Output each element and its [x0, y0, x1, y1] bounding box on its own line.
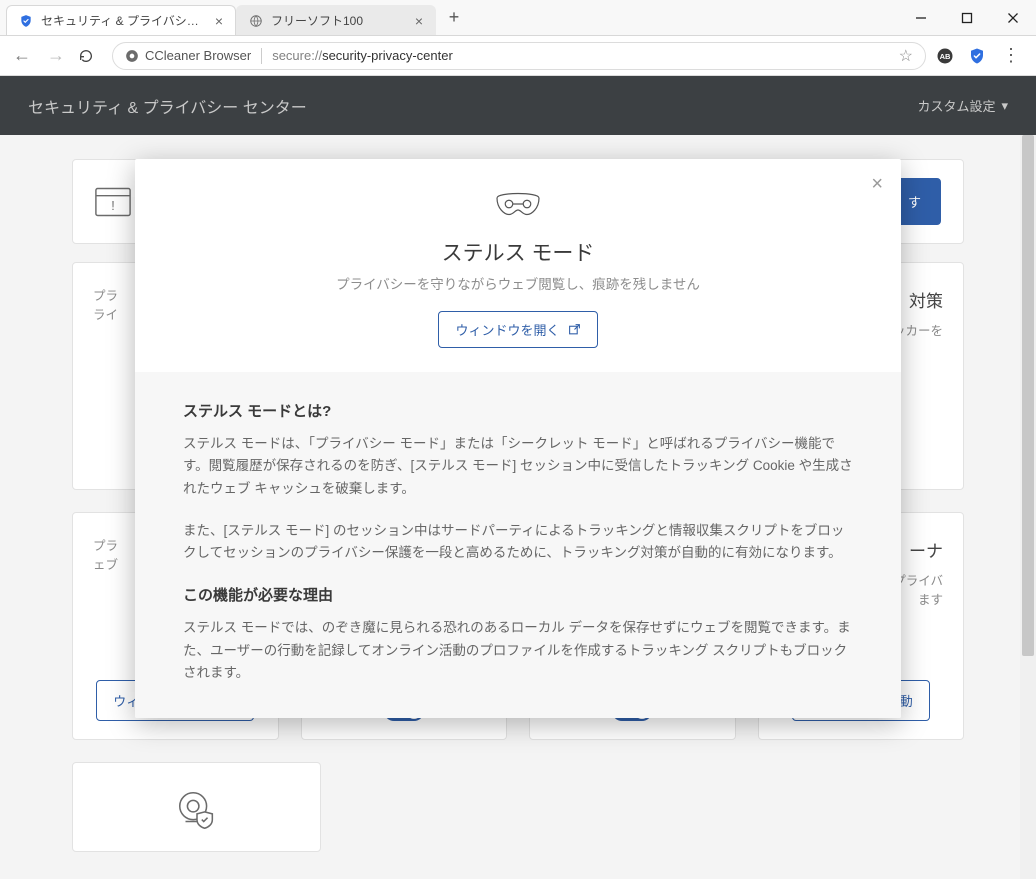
- tab-security-center[interactable]: セキュリティ & プライバシー センター ×: [6, 5, 236, 35]
- url-text: secure://security-privacy-center: [272, 48, 453, 63]
- url-path: security-privacy-center: [322, 48, 453, 63]
- back-button[interactable]: ←: [10, 45, 34, 66]
- minimize-button[interactable]: [898, 0, 944, 35]
- tab-strip: セキュリティ & プライバシー センター × フリーソフト100 × +: [0, 0, 468, 35]
- page-header: セキュリティ & プライバシー センター カスタム設定 ▾: [0, 76, 1036, 135]
- window-close-button[interactable]: [990, 0, 1036, 35]
- new-tab-button[interactable]: +: [440, 4, 468, 32]
- shield-extension-icon[interactable]: [968, 47, 986, 65]
- browser-brand: CCleaner Browser: [125, 48, 251, 63]
- modal-overlay: × ステルス モード プライバシーを守りながらウェブ閲覧し、痕跡を残しません ウ…: [0, 135, 1036, 879]
- modal-paragraph: ステルス モードは、「プライバシー モード」または「シークレット モード」と呼ば…: [183, 433, 853, 500]
- reload-button[interactable]: [78, 48, 102, 64]
- extension-icons: AB: [936, 47, 986, 65]
- ccleaner-icon: [125, 49, 139, 63]
- modal-body: ステルス モードとは? ステルス モードは、「プライバシー モード」または「シー…: [135, 372, 901, 718]
- tab-title: セキュリティ & プライバシー センター: [41, 12, 207, 29]
- page-title: セキュリティ & プライバシー センター: [28, 94, 307, 118]
- browser-menu-button[interactable]: ⋮: [996, 45, 1026, 66]
- modal-heading-why: この機能が必要な理由: [183, 584, 853, 605]
- shield-icon: [19, 14, 33, 28]
- close-tab-icon[interactable]: ×: [415, 13, 423, 29]
- maximize-button[interactable]: [944, 0, 990, 35]
- open-stealth-window-button[interactable]: ウィンドウを開く: [438, 311, 597, 348]
- tab-title: フリーソフト100: [271, 12, 407, 29]
- adblock-icon[interactable]: AB: [936, 47, 954, 65]
- reload-icon: [78, 48, 94, 64]
- chevron-down-icon: ▾: [1001, 98, 1008, 114]
- modal-paragraph: また、[ステルス モード] のセッション中はサードパーティによるトラッキングと情…: [183, 520, 853, 565]
- url-scheme: secure://: [272, 48, 322, 63]
- brand-label: CCleaner Browser: [145, 48, 251, 63]
- divider: [261, 48, 262, 64]
- url-bar: ← → CCleaner Browser secure://security-p…: [0, 36, 1036, 76]
- popout-icon: [568, 323, 581, 336]
- svg-text:AB: AB: [940, 52, 951, 61]
- window-controls: [898, 0, 1036, 35]
- modal-subtitle: プライバシーを守りながらウェブ閲覧し、痕跡を残しません: [175, 273, 861, 293]
- button-label: ウィンドウを開く: [455, 320, 559, 339]
- mask-icon: [494, 189, 542, 219]
- modal-heading-what: ステルス モードとは?: [183, 400, 853, 421]
- stealth-mode-modal: × ステルス モード プライバシーを守りながらウェブ閲覧し、痕跡を残しません ウ…: [135, 159, 901, 718]
- modal-paragraph: ステルス モードでは、のぞき魔に見られる恐れのあるローカル データを保存せずにウ…: [183, 617, 853, 684]
- modal-close-button[interactable]: ×: [871, 173, 883, 196]
- page-content: ! す プラ ライ 対策 ッカーを プラ ェブ: [0, 135, 1036, 879]
- tab-freesoft100[interactable]: フリーソフト100 ×: [236, 5, 436, 35]
- window-titlebar: セキュリティ & プライバシー センター × フリーソフト100 × +: [0, 0, 1036, 36]
- bookmark-star-icon[interactable]: ☆: [899, 46, 913, 66]
- modal-title: ステルス モード: [175, 237, 861, 267]
- close-tab-icon[interactable]: ×: [215, 13, 223, 29]
- custom-settings-dropdown[interactable]: カスタム設定 ▾: [917, 96, 1008, 115]
- globe-icon: [249, 14, 263, 28]
- forward-button[interactable]: →: [44, 45, 68, 66]
- custom-settings-label: カスタム設定: [917, 96, 995, 115]
- address-bar[interactable]: CCleaner Browser secure://security-priva…: [112, 42, 926, 70]
